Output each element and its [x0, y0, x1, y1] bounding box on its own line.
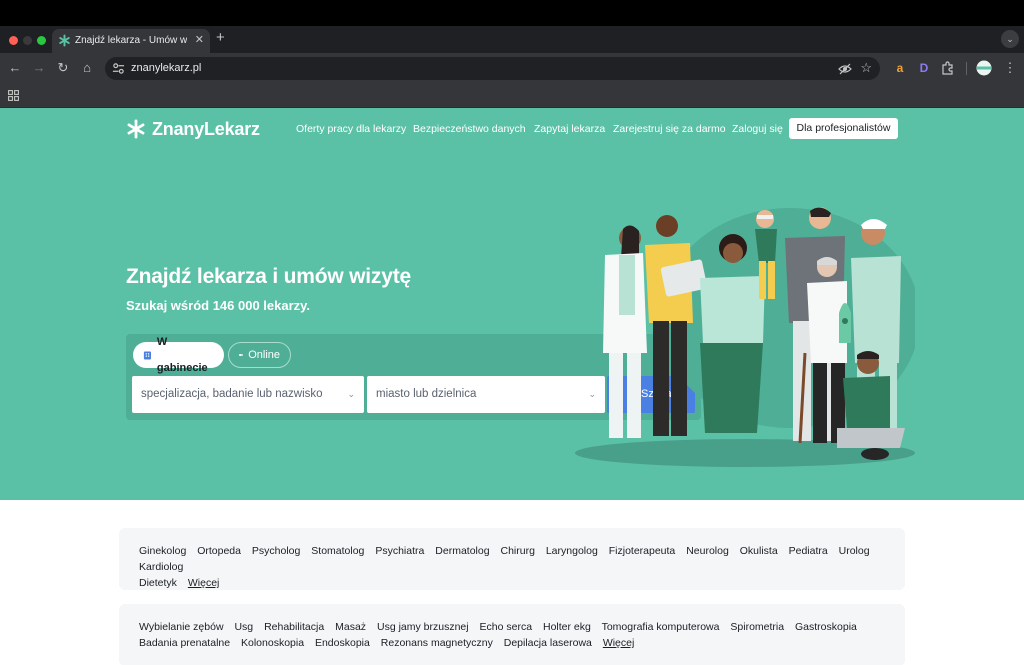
url-text: znanylekarz.pl — [131, 62, 202, 74]
specialty-link[interactable]: Pediatra — [789, 545, 828, 557]
service-link[interactable]: Endoskopia — [315, 637, 370, 649]
services-more-link[interactable]: Więcej — [603, 637, 635, 649]
nav-link-login[interactable]: Zaloguj się — [732, 123, 783, 135]
specialty-link[interactable]: Ortopeda — [197, 545, 241, 557]
extensions-puzzle-icon[interactable] — [940, 60, 956, 76]
service-link[interactable]: Holter ekg — [543, 621, 591, 633]
tab-title: Znajdź lekarza - Umów wizytę — [75, 35, 187, 46]
tab-strip: Znajdź lekarza - Umów wizytę ✕ — [0, 26, 1024, 53]
service-link[interactable]: Badania prenatalne — [139, 637, 230, 649]
eye-slash-icon[interactable] — [838, 62, 852, 76]
tab-in-office[interactable]: W gabinecie — [133, 336, 224, 374]
browser-toolbar: ← → ↻ ⌂ znanylekarz.pl ☆ a D ⋮ — [0, 53, 1024, 84]
service-link[interactable]: Depilacja laserowa — [504, 637, 592, 649]
nav-link-register[interactable]: Zarejestruj się za darmo — [613, 123, 726, 135]
chevron-down-icon: ⌄ — [347, 389, 355, 399]
new-tab-icon[interactable]: + — [216, 29, 225, 47]
service-link[interactable]: Rezonans magnetyczny — [381, 637, 493, 649]
nav-link-data-security[interactable]: Bezpieczeństwo danych — [413, 123, 526, 135]
specialty-link[interactable]: Psychiatra — [375, 545, 424, 557]
close-window-button[interactable] — [9, 36, 18, 45]
service-link[interactable]: Gastroskopia — [795, 621, 857, 633]
service-link[interactable]: Kolonoskopia — [241, 637, 304, 649]
specialty-link[interactable]: Stomatolog — [311, 545, 364, 557]
service-link[interactable]: Usg — [234, 621, 253, 633]
apps-grid-icon[interactable] — [8, 90, 19, 101]
specialty-link[interactable]: Dietetyk — [139, 577, 177, 589]
window-top-bar — [0, 0, 1024, 26]
video-camera-icon — [239, 353, 243, 357]
tab-search-chevron-icon[interactable]: ⌄ — [1001, 30, 1019, 48]
specialty-link[interactable]: Urolog — [839, 545, 870, 557]
tab-close-icon[interactable]: ✕ — [195, 33, 204, 46]
toolbar-divider — [966, 62, 967, 75]
specialty-link[interactable]: Chirurg — [500, 545, 534, 557]
specialty-search-input[interactable]: specjalizacja, badanie lub nazwisko ⌄ — [132, 376, 364, 413]
specialty-placeholder: specjalizacja, badanie lub nazwisko — [141, 388, 323, 400]
bookmarks-bar — [0, 84, 1024, 108]
city-placeholder: miasto lub dzielnica — [376, 388, 477, 400]
bookmark-star-icon[interactable]: ☆ — [860, 60, 872, 76]
znanylekarz-logo-icon — [127, 119, 145, 139]
address-bar[interactable]: znanylekarz.pl ☆ — [105, 57, 880, 80]
specialties-more-link[interactable]: Więcej — [188, 577, 220, 589]
extension-a-icon[interactable]: a — [892, 60, 908, 76]
service-link[interactable]: Rehabilitacja — [264, 621, 324, 633]
forward-arrow-icon[interactable]: → — [30, 59, 48, 77]
nav-link-jobs[interactable]: Oferty pracy dla lekarzy — [296, 123, 406, 135]
service-link[interactable]: Masaż — [335, 621, 366, 633]
site-settings-icon[interactable] — [112, 62, 125, 75]
home-icon[interactable]: ⌂ — [78, 59, 96, 77]
hero-title: Znajdź lekarza i umów wizytę — [126, 265, 411, 288]
profile-avatar-icon[interactable] — [976, 60, 992, 76]
city-search-input[interactable]: miasto lub dzielnica ⌄ — [367, 376, 605, 413]
hero-section: ZnanyLekarz Oferty pracy dla lekarzy Bez… — [0, 108, 1024, 500]
service-link[interactable]: Wybielanie zębów — [139, 621, 224, 633]
specialty-link[interactable]: Neurolog — [686, 545, 729, 557]
reload-icon[interactable]: ↻ — [54, 59, 72, 77]
extension-d-icon[interactable]: D — [916, 60, 932, 76]
service-link[interactable]: Echo serca — [480, 621, 533, 633]
tab-online-label: Online — [248, 349, 280, 361]
tab-in-office-label: W gabinecie — [156, 336, 208, 374]
specialty-link[interactable]: Fizjoterapeuta — [609, 545, 676, 557]
specialty-link[interactable]: Ginekolog — [139, 545, 186, 557]
specialty-link[interactable]: Kardiolog — [139, 561, 183, 573]
service-link[interactable]: Spirometria — [730, 621, 784, 633]
minimize-window-button[interactable] — [23, 36, 32, 45]
for-professionals-button[interactable]: Dla profesjonalistów — [789, 118, 898, 139]
building-icon — [143, 351, 152, 360]
specialty-link[interactable]: Dermatolog — [435, 545, 489, 557]
back-arrow-icon[interactable]: ← — [6, 59, 24, 77]
services-card: Wybielanie zębów Usg Rehabilitacja Masaż… — [119, 604, 905, 665]
specialty-link[interactable]: Laryngolog — [546, 545, 598, 557]
specialties-card: Ginekolog Ortopeda Psycholog Stomatolog … — [119, 528, 905, 590]
maximize-window-button[interactable] — [37, 36, 46, 45]
active-tab[interactable]: Znajdź lekarza - Umów wizytę ✕ — [52, 29, 210, 53]
specialty-link[interactable]: Psycholog — [252, 545, 300, 557]
hero-subtitle: Szukaj wśród 146 000 lekarzy. — [126, 298, 311, 313]
znanylekarz-favicon-icon — [59, 34, 70, 47]
specialty-link[interactable]: Okulista — [740, 545, 778, 557]
service-link[interactable]: Tomografia komputerowa — [602, 621, 720, 633]
nav-link-ask-doctor[interactable]: Zapytaj lekarza — [534, 123, 605, 135]
logo-text: ZnanyLekarz — [152, 118, 260, 139]
web-page: ZnanyLekarz Oferty pracy dla lekarzy Bez… — [0, 108, 1024, 665]
service-link[interactable]: Usg jamy brzusznej — [377, 621, 469, 633]
doctors-illustration — [575, 207, 915, 467]
more-menu-icon[interactable]: ⋮ — [1001, 59, 1019, 77]
site-logo[interactable]: ZnanyLekarz — [126, 118, 260, 140]
tab-online[interactable]: Online — [228, 342, 291, 368]
